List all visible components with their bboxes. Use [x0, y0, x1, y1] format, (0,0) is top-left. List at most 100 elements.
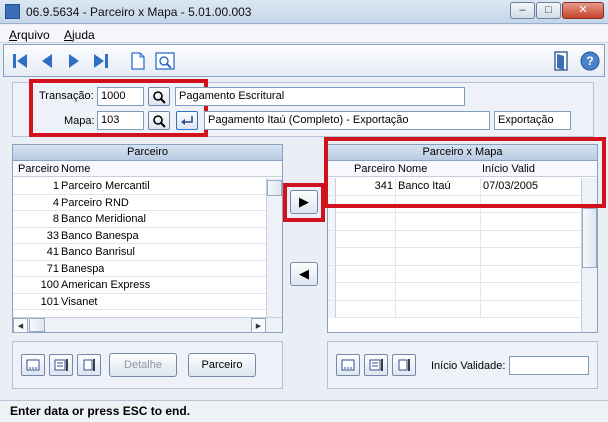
table-row[interactable] [328, 230, 581, 248]
status-bar: Enter data or press ESC to end. [0, 400, 608, 422]
enter-return-icon[interactable] [176, 111, 198, 130]
table-row[interactable]: 8 Banco Meridional [13, 211, 267, 228]
remove-from-map-button[interactable]: ◀ [290, 262, 318, 286]
detalhe-button[interactable]: Detalhe [109, 353, 177, 377]
table-row[interactable]: 33 Banco Banespa [13, 228, 267, 244]
next-record-icon[interactable] [62, 49, 86, 73]
parceiro-name-cell: Banco Banespa [61, 229, 139, 242]
column-divider [480, 213, 481, 230]
table-row[interactable]: 101 Visanet [13, 294, 267, 310]
table-row[interactable]: 4 Parceiro RND [13, 195, 267, 211]
row-selector[interactable] [328, 213, 336, 230]
parceiro-button[interactable]: Parceiro [188, 353, 256, 377]
parceiro-name-cell: Parceiro RND [61, 196, 129, 209]
clear-selection-icon[interactable] [392, 354, 416, 376]
column-divider [395, 248, 396, 265]
column-divider [480, 283, 481, 300]
parceiro-grid-title: Parceiro [13, 145, 282, 161]
parceiro-code-cell: 41 [46, 246, 59, 258]
toolbar: ? [3, 44, 605, 77]
parceiro-code-cell: 71 [46, 262, 59, 275]
mapa-actions-panel: Início Validade: [327, 341, 598, 389]
row-selector[interactable] [328, 265, 336, 283]
parceiro-code-cell: 33 [46, 229, 59, 242]
parceiro-code-cell: 101 [40, 295, 59, 308]
add-to-map-button[interactable]: ▶ [290, 190, 318, 214]
table-row[interactable]: 100 American Express [13, 277, 267, 294]
column-divider [480, 248, 481, 265]
last-record-icon[interactable] [89, 49, 113, 73]
parceiro-code-cell: 1 [52, 180, 59, 192]
column-header-nome[interactable]: Nome [61, 163, 90, 175]
mapa-scroll-thumb[interactable] [582, 208, 597, 268]
row-selector[interactable] [328, 283, 336, 300]
minimize-button[interactable]: – [510, 2, 535, 19]
table-row[interactable]: 1 Parceiro Mercantil [13, 178, 267, 195]
parceiro-code-cell: 100 [40, 279, 59, 291]
column-divider [395, 230, 396, 248]
scroll-left-arrow[interactable]: ◀ [13, 318, 28, 333]
transacao-field[interactable]: 1000 [97, 87, 144, 106]
row-selector[interactable] [328, 248, 336, 265]
mapa-field[interactable]: 103 [97, 111, 144, 130]
first-record-icon[interactable] [8, 49, 32, 73]
parceiro-grid-header: Parceiro Nome [13, 161, 282, 177]
new-document-icon[interactable] [126, 49, 150, 73]
parceiro-name-cell: Parceiro Mercantil [61, 180, 150, 192]
menu-bar: Arquivo Ajuda [0, 25, 608, 43]
title-bar: 06.9.5634 - Parceiro x Mapa - 5.01.00.00… [0, 0, 608, 24]
help-icon[interactable]: ? [578, 49, 602, 73]
row-selector[interactable] [328, 300, 336, 318]
inicio-validade-field[interactable] [509, 356, 589, 375]
parceiro-name-cell: Visanet [61, 295, 98, 308]
search-transacao-icon[interactable] [148, 87, 170, 106]
mapa-type-field: Exportação [494, 111, 571, 130]
invert-selection-icon[interactable] [49, 354, 73, 376]
clear-selection-icon[interactable] [77, 354, 101, 376]
column-divider [480, 230, 481, 248]
parceiro-name-cell: Banespa [61, 262, 105, 275]
row-selector[interactable] [328, 230, 336, 248]
exit-door-icon[interactable] [550, 49, 574, 73]
column-divider [480, 265, 481, 283]
parceiro-hscroll-thumb[interactable] [29, 318, 45, 332]
transacao-description-field: Pagamento Escritural [175, 87, 465, 106]
menu-arquivo[interactable]: Arquivo [9, 28, 50, 42]
parceiro-scroll-thumb[interactable] [267, 180, 282, 196]
scroll-right-arrow[interactable]: ▶ [251, 318, 266, 333]
invert-selection-icon[interactable] [364, 354, 388, 376]
mapa-label: Mapa: [64, 115, 95, 127]
column-divider [395, 283, 396, 300]
maximize-button[interactable]: □ [536, 2, 561, 19]
table-row[interactable] [328, 300, 581, 318]
menu-ajuda[interactable]: Ajuda [64, 28, 95, 42]
svg-text:?: ? [586, 54, 593, 68]
parceiro-code-cell: 4 [52, 196, 59, 209]
parceiro-grid: Parceiro Parceiro Nome 1 Parceiro Mercant… [12, 144, 283, 333]
search-mapa-icon[interactable] [148, 111, 170, 130]
column-divider [480, 300, 481, 318]
select-all-icon[interactable] [336, 354, 360, 376]
table-row[interactable]: 41 Banco Banrisul [13, 244, 267, 261]
window-title: 06.9.5634 - Parceiro x Mapa - 5.01.00.00… [26, 5, 252, 19]
table-row[interactable] [328, 248, 581, 266]
highlight-box-mapa-grid [324, 137, 606, 208]
preview-icon[interactable] [153, 49, 177, 73]
transacao-label: Transação: [39, 90, 94, 102]
parceiro-vertical-scrollbar[interactable] [266, 178, 282, 318]
select-all-icon[interactable] [21, 354, 45, 376]
close-button[interactable]: ✕ [562, 2, 604, 19]
parceiro-horizontal-scrollbar[interactable]: ◀ ▶ [13, 317, 282, 333]
column-divider [395, 300, 396, 318]
app-icon [5, 4, 20, 19]
table-row[interactable] [328, 265, 581, 283]
parceiro-code-cell: 8 [52, 213, 59, 225]
previous-record-icon[interactable] [35, 49, 59, 73]
table-row[interactable] [328, 283, 581, 301]
table-row[interactable] [328, 213, 581, 231]
parceiro-name-cell: American Express [61, 279, 151, 291]
table-row[interactable]: 71 Banespa [13, 261, 267, 277]
parceiro-name-cell: Banco Meridional [61, 213, 146, 225]
parceiro-name-cell: Banco Banrisul [61, 246, 135, 258]
column-header-parceiro[interactable]: Parceiro [18, 163, 59, 175]
